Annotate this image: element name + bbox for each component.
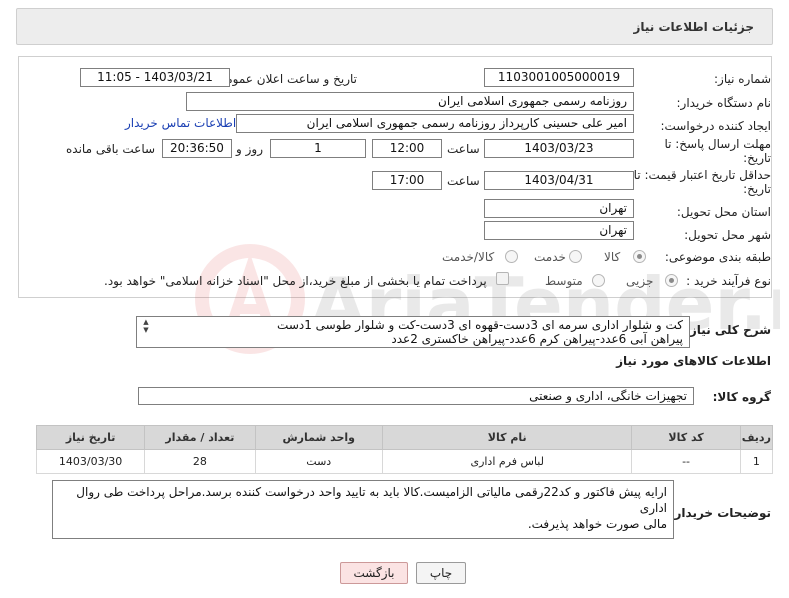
page-title: جزئیات اطلاعات نیاز bbox=[633, 20, 754, 34]
goods-section-title: اطلاعات کالاهای مورد نیاز bbox=[616, 354, 771, 368]
province-field: تهران bbox=[484, 199, 634, 218]
goods-group-label: گروه کالا: bbox=[712, 390, 771, 404]
goods-table: ردیف کد کالا نام کالا واحد شمارش تعداد /… bbox=[35, 425, 774, 474]
buyer-org-field: روزنامه رسمی جمهوری اسلامی ایران bbox=[186, 92, 634, 111]
purchase-type-label: نوع فرآیند خرید : bbox=[686, 274, 771, 288]
cell-code: -- bbox=[631, 449, 741, 474]
buyer-notes-label: توضیحات خریدار: bbox=[669, 506, 771, 520]
goods-table-header: ردیف کد کالا نام کالا واحد شمارش تعداد /… bbox=[35, 425, 774, 450]
print-button[interactable]: چاپ bbox=[416, 562, 466, 584]
col-name: نام کالا bbox=[381, 425, 633, 450]
remaining-time-label: ساعت باقی مانده bbox=[66, 142, 156, 156]
col-qty: تعداد / مقدار bbox=[144, 425, 256, 450]
deadline-time-label: ساعت bbox=[447, 142, 480, 156]
deadline-days-field: 1 bbox=[270, 139, 366, 158]
description-line-1: کت و شلوار اداری سرمه ای 3دست-قهوه ای 3د… bbox=[277, 318, 683, 332]
cell-row: 1 bbox=[739, 449, 774, 474]
remaining-time-field: 20:36:50 bbox=[162, 139, 232, 158]
category-option-service: خدمت bbox=[534, 250, 566, 264]
purchase-type-option-medium: متوسط bbox=[545, 274, 583, 288]
col-row: ردیف bbox=[739, 425, 774, 450]
back-button[interactable]: بازگشت bbox=[340, 562, 408, 584]
announce-datetime-field: 1403/03/21 - 11:05 bbox=[80, 68, 230, 87]
need-number-field: 1103001005000019 bbox=[484, 68, 634, 87]
price-validity-date-field: 1403/04/31 bbox=[484, 171, 634, 190]
page-header: جزئیات اطلاعات نیاز bbox=[16, 8, 773, 45]
table-row: 1 -- لباس فرم اداری دست 28 1403/03/30 bbox=[35, 449, 774, 474]
purchase-type-radio-minor[interactable] bbox=[665, 274, 678, 287]
requester-label: ایجاد کننده درخواست: bbox=[660, 119, 771, 133]
price-validity-label-line1: حداقل تاریخ اعتبار قیمت: تا bbox=[633, 168, 771, 182]
category-radio-service[interactable] bbox=[569, 250, 582, 263]
cell-name: لباس فرم اداری bbox=[381, 449, 633, 474]
category-option-goods: کالا bbox=[604, 250, 621, 264]
deadline-date-field: 1403/03/23 bbox=[484, 139, 634, 158]
province-label: استان محل تحویل: bbox=[676, 205, 771, 219]
price-validity-time-label: ساعت bbox=[447, 174, 480, 188]
treasury-note: پرداخت تمام یا بخشی از مبلغ خرید،از محل … bbox=[104, 274, 487, 288]
buyer-notes-line-2: مالی صورت خواهد پذیرفت. bbox=[527, 517, 667, 531]
col-code: کد کالا bbox=[631, 425, 741, 450]
city-field: تهران bbox=[484, 221, 634, 240]
cell-date: 1403/03/30 bbox=[35, 449, 146, 474]
deadline-label-line2: تاریخ: bbox=[743, 151, 771, 165]
deadline-label-line1: مهلت ارسال پاسخ: تا bbox=[664, 137, 771, 151]
goods-group-field: تجهیزات خانگی، اداری و صنعتی bbox=[138, 387, 694, 405]
purchase-type-option-minor: جزیی bbox=[626, 274, 654, 288]
cell-unit: دست bbox=[254, 449, 383, 474]
buyer-notes-field: ارایه پیش فاکتور و کد22رقمی مالیاتی الزا… bbox=[52, 480, 674, 539]
price-validity-time-field: 17:00 bbox=[372, 171, 442, 190]
price-validity-label-line2: تاریخ: bbox=[743, 182, 771, 196]
announce-datetime-label: تاریخ و ساعت اعلان عمومی: bbox=[212, 72, 357, 86]
deadline-time-field: 12:00 bbox=[372, 139, 442, 158]
buyer-notes-line-1: ارایه پیش فاکتور و کد22رقمی مالیاتی الزا… bbox=[76, 485, 667, 515]
cell-qty: 28 bbox=[144, 449, 256, 474]
purchase-type-radio-medium[interactable] bbox=[592, 274, 605, 287]
deadline-days-label: روز و bbox=[236, 142, 263, 156]
city-label: شهر محل تحویل: bbox=[684, 228, 771, 242]
description-textarea[interactable]: کت و شلوار اداری سرمه ای 3دست-قهوه ای 3د… bbox=[136, 316, 690, 348]
treasury-checkbox[interactable] bbox=[496, 272, 509, 285]
buyer-contact-link[interactable]: اطلاعات تماس خریدار bbox=[125, 116, 236, 130]
buyer-org-label: نام دستگاه خریدار: bbox=[676, 96, 772, 110]
need-number-label: شماره نیاز: bbox=[714, 72, 771, 86]
description-line-2: پیراهن آبی 6عدد-پیراهن کرم 6عدد-پیراهن خ… bbox=[391, 332, 683, 346]
scroll-arrows-icon[interactable]: ▲ ▼ bbox=[141, 318, 151, 334]
description-label: شرح کلی نیاز: bbox=[685, 323, 771, 337]
category-label: طبقه بندی موضوعی: bbox=[664, 250, 771, 264]
category-radio-goods-service[interactable] bbox=[505, 250, 518, 263]
category-radio-goods[interactable] bbox=[633, 250, 646, 263]
category-option-goods-service: کالا/خدمت bbox=[442, 250, 495, 264]
col-unit: واحد شمارش bbox=[254, 425, 383, 450]
requester-field: امیر علی حسینی کارپرداز روزنامه رسمی جمه… bbox=[236, 114, 634, 133]
col-date: تاریخ نیاز bbox=[35, 425, 146, 450]
